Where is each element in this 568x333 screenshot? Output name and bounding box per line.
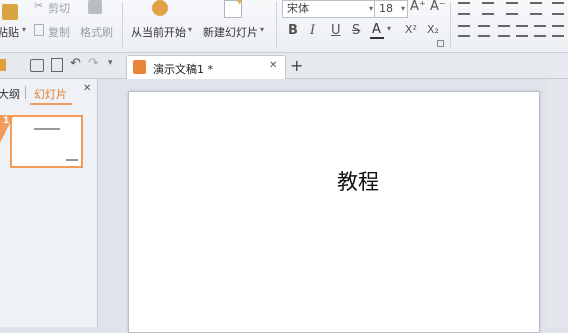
chevron-down-icon: ▾ bbox=[368, 4, 373, 13]
paste-label: 粘贴 bbox=[0, 26, 19, 39]
print-icon[interactable] bbox=[30, 59, 44, 72]
close-panel-icon[interactable]: ✕ bbox=[83, 83, 91, 94]
bold-button[interactable]: B bbox=[288, 23, 298, 38]
italic-button[interactable]: I bbox=[310, 23, 315, 38]
font-color-label: A bbox=[372, 22, 381, 37]
sparkle-icon: ✦ bbox=[236, 0, 244, 8]
chevron-down-icon: ▾ bbox=[387, 24, 392, 33]
bullet-list-icon[interactable] bbox=[458, 2, 470, 15]
paste-dropdown-icon: ▾ bbox=[22, 25, 27, 34]
grow-font-button[interactable]: A⁺ bbox=[410, 0, 426, 14]
save-icon[interactable] bbox=[0, 59, 6, 71]
align-right-icon[interactable] bbox=[498, 25, 510, 37]
cut-label: 剪切 bbox=[48, 2, 70, 15]
underline-button[interactable]: U bbox=[331, 23, 341, 38]
new-slide-button[interactable]: ✦ 新建幻灯片 ▾ bbox=[200, 0, 270, 46]
slide-number: 1 bbox=[3, 116, 10, 126]
copy-button[interactable]: 复制 bbox=[34, 23, 78, 39]
justify-icon[interactable] bbox=[516, 25, 528, 37]
font-color-button[interactable]: A ▾ bbox=[370, 22, 396, 40]
numbered-list-icon[interactable] bbox=[482, 2, 494, 15]
ribbon-separator bbox=[122, 2, 123, 48]
new-slide-dropdown-icon: ▾ bbox=[260, 25, 265, 34]
tab-outline[interactable]: 大纲 bbox=[0, 86, 20, 102]
columns-icon[interactable] bbox=[552, 25, 564, 37]
slides-panel: 大纲 幻灯片 ✕ 1 bbox=[0, 79, 98, 327]
play-icon bbox=[152, 0, 168, 16]
cut-button[interactable]: ✂ 剪切 bbox=[34, 0, 78, 15]
redo-icon[interactable]: ↷ bbox=[88, 56, 99, 71]
distributed-align-icon[interactable] bbox=[534, 25, 546, 37]
ribbon-toolbar: 粘贴 ▾ ✂ 剪切 复制 格式刷 从当前开始 ▾ ✦ 新建幻灯片 ▾ 宋体 ▾ … bbox=[0, 0, 568, 53]
strikethrough-button[interactable]: S bbox=[352, 23, 360, 38]
undo-icon[interactable]: ↶ bbox=[70, 56, 81, 71]
subscript-button[interactable]: X₂ bbox=[427, 23, 439, 36]
copy-label: 复制 bbox=[48, 26, 70, 39]
right-scroll-gutter bbox=[548, 79, 568, 327]
font-size-select[interactable]: 18 ▾ bbox=[374, 0, 408, 18]
thumbnail-title-line bbox=[34, 128, 60, 130]
shrink-font-button[interactable]: A⁻ bbox=[430, 0, 446, 14]
increase-indent-icon[interactable] bbox=[530, 2, 542, 15]
slide-canvas[interactable]: 教程 bbox=[128, 91, 540, 333]
slides-tab-underline bbox=[30, 103, 72, 105]
document-tab-title: 演示文稿1 * bbox=[153, 63, 213, 76]
ribbon-separator bbox=[450, 2, 451, 48]
quick-access-dropdown-icon[interactable]: ▾ bbox=[108, 58, 113, 68]
print-preview-icon[interactable] bbox=[51, 58, 63, 72]
new-tab-button[interactable]: + bbox=[290, 56, 303, 75]
align-center-icon[interactable] bbox=[478, 25, 490, 37]
paste-icon bbox=[2, 4, 18, 20]
close-tab-icon[interactable]: ✕ bbox=[269, 60, 277, 71]
slide-thumbnail-1[interactable] bbox=[10, 115, 83, 168]
slide-text[interactable]: 教程 bbox=[337, 166, 379, 196]
tab-slides[interactable]: 幻灯片 bbox=[34, 86, 67, 102]
thumbnail-subtitle-line bbox=[66, 159, 78, 161]
align-left-icon[interactable] bbox=[458, 25, 470, 37]
ribbon-separator bbox=[276, 2, 277, 48]
format-painter-button[interactable]: 格式刷 bbox=[80, 0, 118, 40]
format-painter-label: 格式刷 bbox=[80, 26, 113, 39]
presentation-file-icon bbox=[133, 60, 146, 74]
tab-document[interactable]: 演示文稿1 * ✕ bbox=[126, 55, 286, 79]
new-slide-label: 新建幻灯片 bbox=[203, 26, 258, 39]
line-spacing-icon[interactable] bbox=[552, 2, 564, 15]
play-dropdown-icon: ▾ bbox=[188, 25, 193, 34]
superscript-button[interactable]: X² bbox=[405, 23, 417, 36]
play-from-current-label: 从当前开始 bbox=[131, 26, 186, 39]
font-dialog-launcher-icon[interactable] bbox=[437, 40, 444, 47]
font-size-value: 18 bbox=[379, 2, 393, 15]
decrease-indent-icon[interactable] bbox=[506, 2, 518, 15]
chevron-down-icon: ▾ bbox=[400, 4, 405, 13]
paste-button[interactable]: 粘贴 ▾ bbox=[0, 0, 28, 50]
panel-tab-divider bbox=[25, 86, 26, 99]
scissors-icon: ✂ bbox=[34, 0, 44, 12]
copy-icon bbox=[34, 24, 44, 36]
font-name-select[interactable]: 宋体 ▾ bbox=[282, 0, 376, 18]
font-color-swatch bbox=[370, 37, 384, 39]
paintbrush-icon bbox=[88, 0, 102, 14]
play-from-current-button[interactable]: 从当前开始 ▾ bbox=[128, 0, 196, 46]
font-name-value: 宋体 bbox=[287, 2, 309, 15]
